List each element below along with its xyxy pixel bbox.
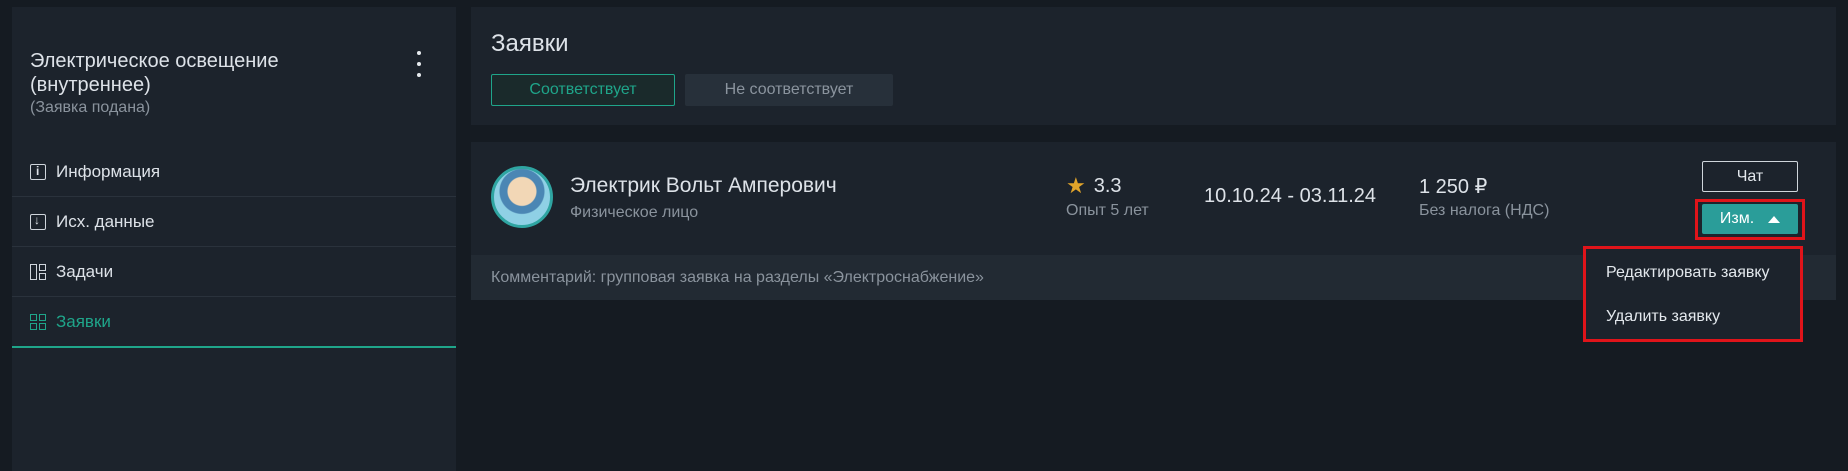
date-range: 10.10.24 - 03.11.24 (1204, 185, 1376, 207)
menu-item-delete-application[interactable]: Удалить заявку (1586, 295, 1800, 339)
avatar (491, 166, 553, 228)
rating-value: 3.3 (1093, 174, 1122, 197)
tax-info: Без налога (НДС) (1419, 202, 1550, 219)
page-title: Заявки (491, 30, 569, 57)
person-type: Физическое лицо (570, 204, 699, 221)
project-title-line1: Электрическое освещение (30, 50, 279, 72)
applications-icon (30, 313, 46, 330)
edit-button[interactable]: Изм. (1702, 204, 1798, 234)
sidebar-item-applications[interactable]: Заявки (12, 297, 456, 348)
project-title-line2: (внутреннее) (30, 74, 151, 96)
star-icon: ★ (1066, 173, 1086, 198)
more-menu-icon[interactable] (408, 51, 430, 77)
sidebar-item-label: Заявки (56, 311, 111, 331)
edit-dropdown-menu: Редактировать заявку Удалить заявку (1583, 246, 1803, 342)
project-status: (Заявка подана) (30, 99, 151, 116)
download-icon (30, 213, 46, 230)
sidebar-item-tasks[interactable]: Задачи (12, 247, 456, 297)
sidebar-item-label: Исх. данные (56, 211, 155, 231)
rating: ★ 3.3 (1066, 173, 1122, 199)
filter-tabs: Соответствует Не соответствует (491, 74, 893, 106)
sidebar-item-label: Информация (56, 161, 161, 181)
contractor-name[interactable]: Электрик Вольт Амперович (570, 174, 837, 198)
sidebar-item-source-data[interactable]: Исх. данные (12, 197, 456, 247)
sidebar-nav: Информация Исх. данные Задачи Заявки (12, 147, 456, 348)
info-icon (30, 163, 46, 180)
tasks-icon (30, 263, 46, 280)
sidebar-item-info[interactable]: Информация (12, 147, 456, 197)
experience: Опыт 5 лет (1066, 202, 1149, 219)
chat-button[interactable]: Чат (1702, 161, 1798, 192)
tab-matches[interactable]: Соответствует (491, 74, 675, 106)
price: 1 250 ₽ (1419, 176, 1488, 198)
applications-header: Заявки Соответствует Не соответствует (471, 7, 1836, 125)
sidebar: Электрическое освещение (внутреннее) (За… (12, 7, 456, 471)
caret-up-icon (1768, 215, 1781, 223)
menu-item-edit-application[interactable]: Редактировать заявку (1586, 251, 1800, 295)
sidebar-header: Электрическое освещение (внутреннее) (За… (30, 49, 410, 117)
sidebar-item-label: Задачи (56, 261, 114, 281)
tab-not-matches[interactable]: Не соответствует (685, 74, 893, 106)
edit-button-label: Изм. (1719, 210, 1755, 227)
